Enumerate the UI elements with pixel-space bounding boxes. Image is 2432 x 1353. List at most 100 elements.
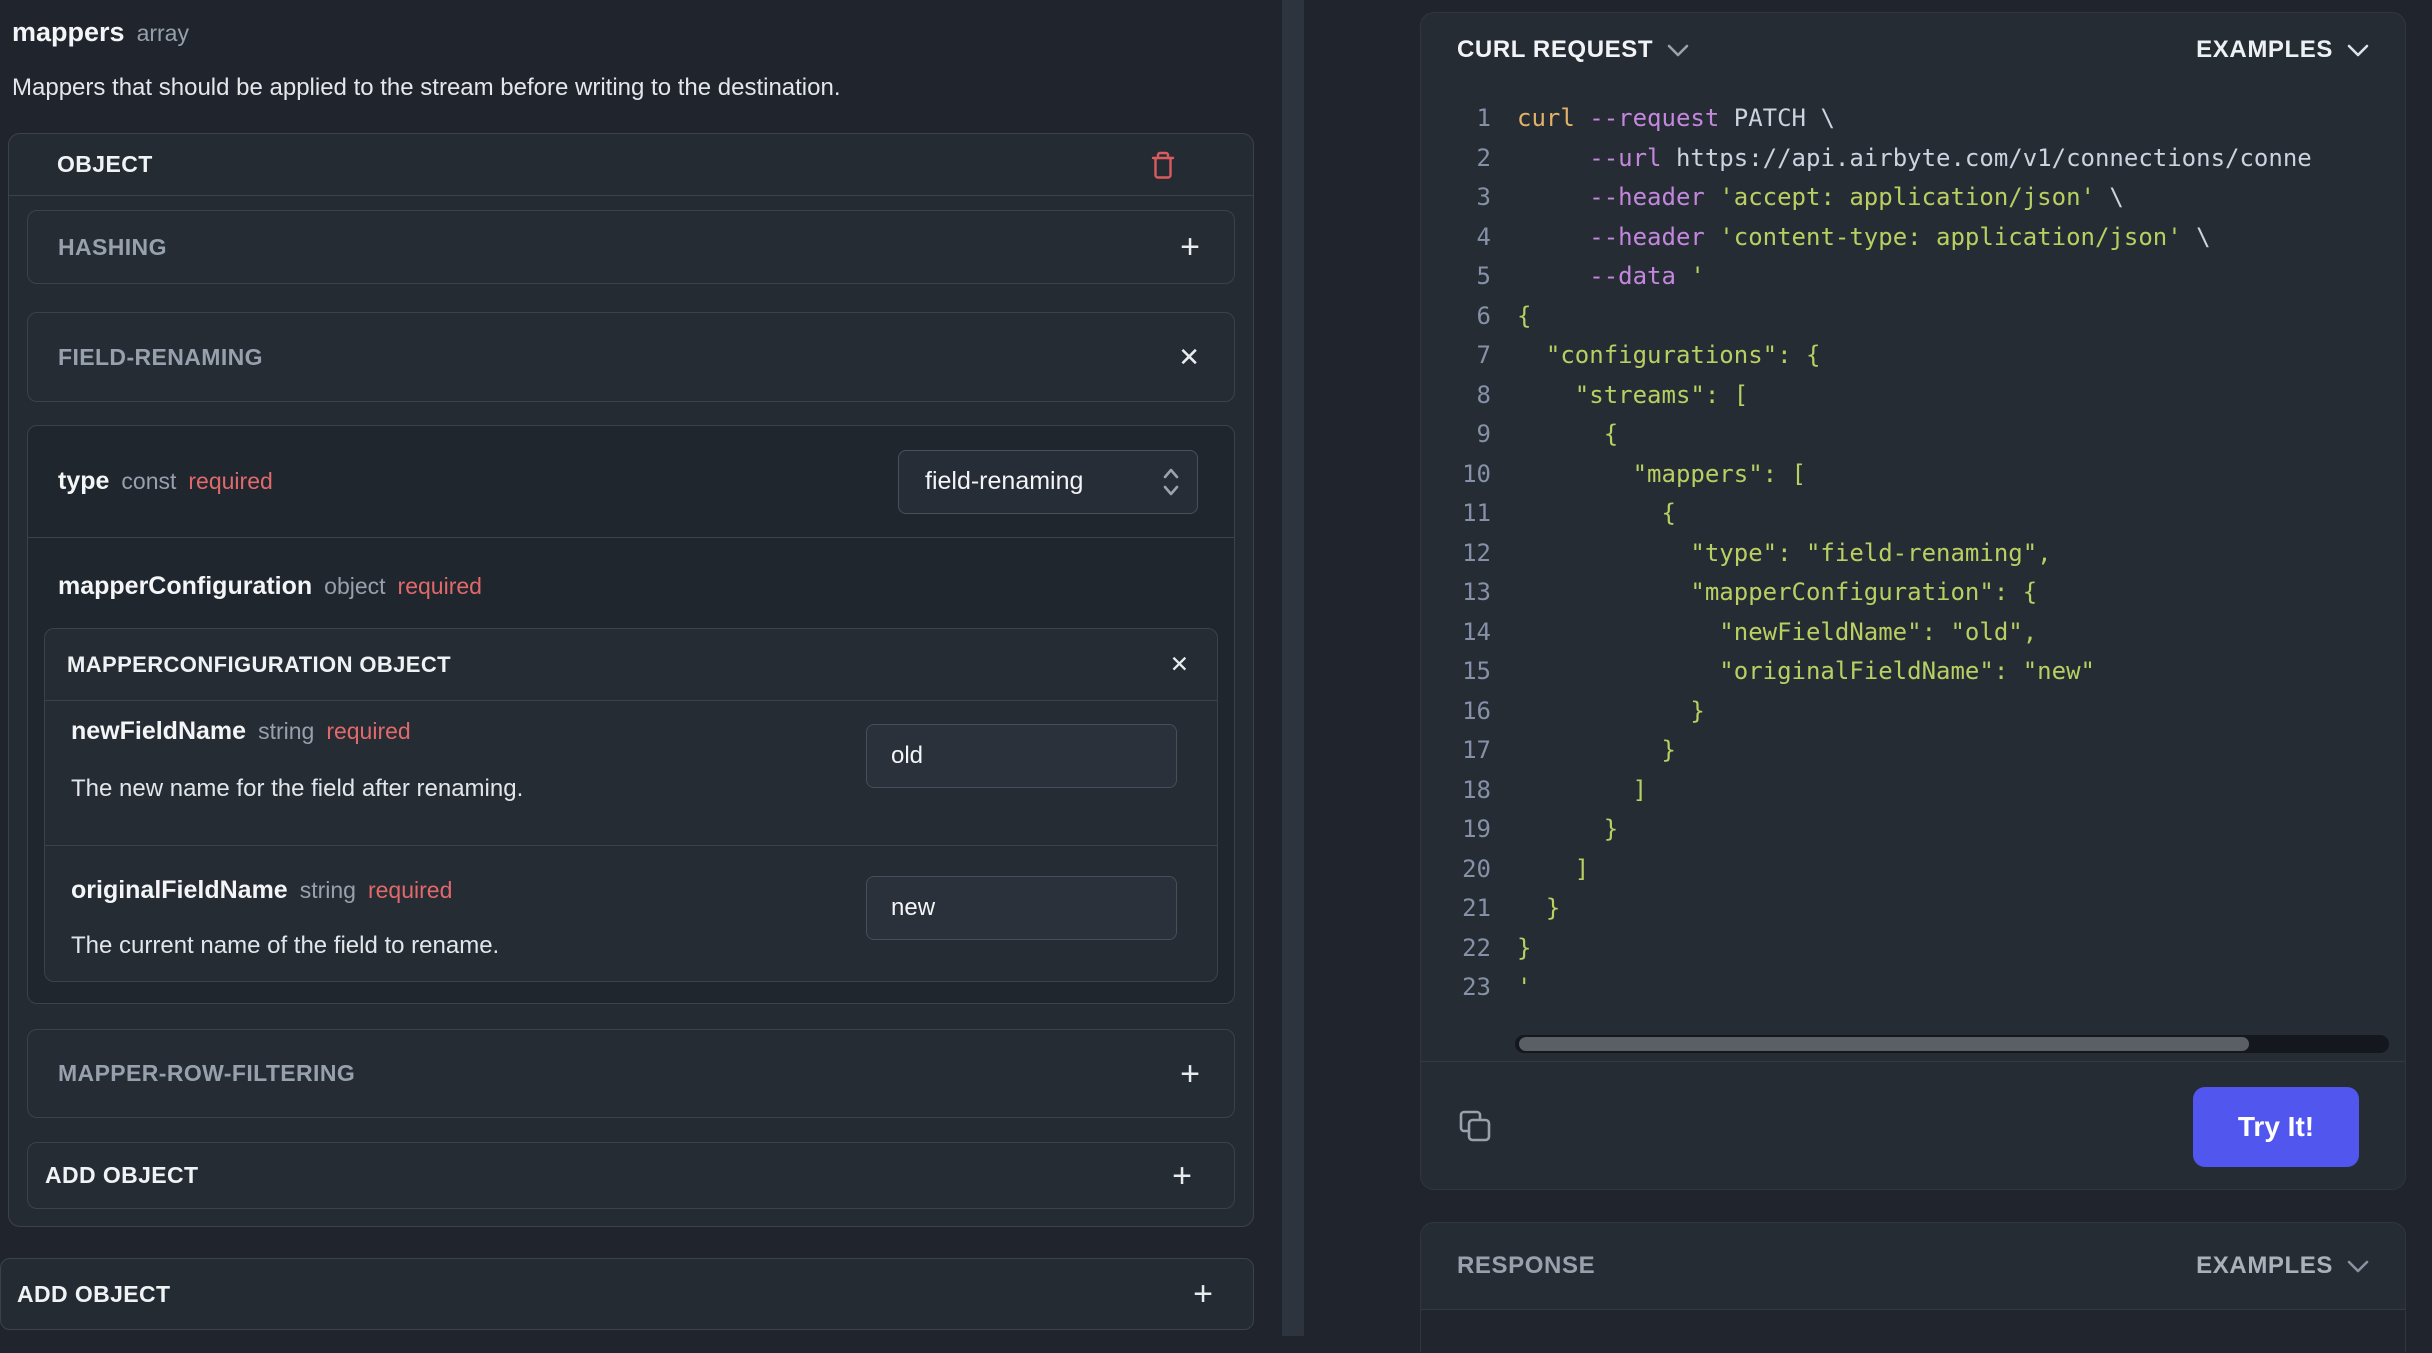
mapper-row-filtering-label: MAPPER-ROW-FILTERING (58, 1060, 356, 1086)
mapperconfiguration-field-row: mapperConfiguration object required (58, 568, 1204, 604)
code-line: 8 "streams": [ (1476, 380, 1749, 409)
code-line: 22} (1462, 933, 1532, 962)
field-renaming-body: type const required field-renaming mappe… (27, 425, 1235, 1004)
curl-examples-label: EXAMPLES (2196, 36, 2333, 63)
mapperconfiguration-kind: object (324, 572, 386, 599)
originalfieldname-input[interactable] (866, 876, 1177, 940)
newfieldname-kind: string (258, 718, 315, 744)
newfieldname-name: newFieldName (71, 717, 247, 745)
hashing-label: HASHING (58, 233, 167, 260)
code-line: 10 "mappers": [ (1462, 459, 1806, 488)
code-line: 12 "type": "field-renaming", (1462, 538, 2052, 567)
code-line: 14 "newFieldName": "old", (1462, 617, 2038, 646)
code-line: 16 } (1462, 696, 1705, 725)
type-field-kind: const (121, 468, 177, 494)
code-line: 2 --url https://api.airbyte.com/v1/conne… (1476, 143, 2312, 172)
chevron-down-icon (2347, 44, 2369, 56)
code-block: 1 curl --request PATCH \ 2 --url https://a… (1421, 87, 2405, 1035)
mapperconfiguration-panel-title: MAPPERCONFIGURATION OBJECT (67, 651, 452, 677)
panel-resizer[interactable] (1282, 0, 1304, 1336)
code-line: 3 --header 'accept: application/json' \ (1476, 183, 2124, 211)
mapperconfiguration-panel: MAPPERCONFIGURATION OBJECT ✕ newFieldNam… (44, 628, 1218, 982)
select-chevrons-icon (1163, 468, 1179, 495)
object-item-title: OBJECT (57, 151, 153, 177)
originalfieldname-required: required (367, 877, 453, 903)
code-line: 13 "mapperConfiguration": { (1462, 578, 2038, 606)
code-line: 23 ' (1462, 973, 1532, 1001)
code-line: 21 } (1462, 894, 1561, 922)
code-line: 20 ] (1462, 854, 1590, 883)
curl-request-dropdown[interactable]: CURL REQUEST (1457, 36, 1689, 64)
type-field-name: type (58, 467, 110, 495)
plus-icon: + (1193, 1275, 1213, 1313)
copy-button[interactable] (1455, 1106, 1495, 1146)
mapperconfiguration-required: required (397, 572, 482, 599)
add-object-label: ADD OBJECT (45, 1162, 199, 1188)
code-line: 19 } (1462, 815, 1619, 843)
field-renaming-label: FIELD-RENAMING (58, 343, 263, 370)
code-line: 18 ] (1462, 775, 1648, 804)
hashing-section-toggle[interactable]: HASHING + (27, 210, 1235, 284)
newfieldname-required: required (326, 718, 411, 744)
code-line: 9 { (1476, 420, 1619, 448)
newfieldname-input[interactable] (866, 724, 1177, 788)
add-object-outer-button[interactable]: ADD OBJECT + (0, 1258, 1254, 1330)
plus-icon: + (1172, 1156, 1192, 1195)
originalfieldname-row: originalFieldName string required The cu… (45, 846, 1217, 983)
scrollbar-thumb[interactable] (1519, 1037, 2249, 1051)
mapperconfiguration-name: mapperConfiguration (58, 571, 313, 600)
chevron-down-icon (1667, 44, 1689, 56)
try-it-button[interactable]: Try It! (2193, 1087, 2359, 1167)
code-line: 15 "originalFieldName": "new" (1462, 657, 2095, 685)
response-card: RESPONSE EXAMPLES (1420, 1222, 2406, 1353)
add-object-button[interactable]: ADD OBJECT + (27, 1142, 1235, 1209)
response-card-body (1421, 1310, 2405, 1353)
newfieldname-row: newFieldName string required The new nam… (45, 701, 1217, 846)
curl-examples-dropdown[interactable]: EXAMPLES (2196, 36, 2369, 64)
field-name: mappers (12, 17, 125, 47)
response-examples-label: EXAMPLES (2196, 1252, 2333, 1279)
close-icon[interactable]: ✕ (1178, 344, 1200, 370)
code-line: 7 "configurations": { (1476, 341, 1821, 369)
code-line: 6{ (1476, 301, 1532, 330)
delete-object-button[interactable] (1149, 150, 1177, 180)
copy-icon (1459, 1110, 1491, 1142)
chevron-down-icon (2347, 1260, 2369, 1272)
code-line: 5 --data ' (1476, 262, 1705, 290)
close-icon[interactable]: ✕ (1170, 653, 1189, 676)
response-title: RESPONSE (1457, 1252, 1596, 1279)
type-select[interactable]: field-renaming (898, 449, 1198, 514)
code-line: 4 --header 'content-type: application/js… (1476, 222, 2211, 251)
originalfieldname-description: The current name of the field to rename. (71, 932, 500, 959)
code-lines: 1 curl --request PATCH \ 2 --url https://a… (1421, 99, 2405, 1008)
object-item-content: HASHING + FIELD-RENAMING ✕ type const re… (9, 210, 1253, 1209)
field-description: Mappers that should be applied to the st… (12, 74, 841, 101)
plus-icon: + (1180, 1054, 1200, 1093)
response-card-header: RESPONSE EXAMPLES (1421, 1223, 2405, 1309)
object-item-card: OBJECT HASHING + FIELD-RENAMING ✕ type c… (8, 133, 1254, 1227)
mapper-row-filtering-section-toggle[interactable]: MAPPER-ROW-FILTERING + (27, 1029, 1235, 1118)
plus-icon: + (1180, 228, 1200, 266)
trash-icon (1151, 151, 1175, 179)
newfieldname-description: The new name for the field after renamin… (71, 775, 524, 802)
code-line: 1 curl --request PATCH \ (1476, 104, 1835, 132)
originalfieldname-name: originalFieldName (71, 876, 288, 904)
type-select-value: field-renaming (925, 467, 1084, 495)
mapperconfiguration-panel-header: MAPPERCONFIGURATION OBJECT ✕ (45, 629, 1217, 701)
field-renaming-section-toggle[interactable]: FIELD-RENAMING ✕ (27, 312, 1235, 402)
curl-request-card: CURL REQUEST EXAMPLES 1 curl --request PA… (1420, 12, 2406, 1190)
add-object-outer-label: ADD OBJECT (17, 1280, 171, 1307)
curl-request-title: CURL REQUEST (1457, 36, 1654, 63)
originalfieldname-kind: string (299, 877, 356, 903)
field-type: array (136, 20, 189, 46)
response-examples-dropdown[interactable]: EXAMPLES (2196, 1252, 2369, 1280)
schema-form-column: mappers array Mappers that should be app… (0, 0, 1282, 1336)
curl-card-footer: Try It! (1421, 1061, 2405, 1189)
horizontal-scrollbar[interactable] (1515, 1035, 2389, 1053)
field-title: mappers array (12, 17, 189, 48)
code-line: 11 { (1462, 499, 1676, 527)
type-field-row: type const required field-renaming (28, 426, 1234, 538)
object-item-header: OBJECT (9, 134, 1253, 196)
curl-card-header: CURL REQUEST EXAMPLES (1421, 13, 2405, 87)
code-line: 17 } (1462, 736, 1676, 764)
